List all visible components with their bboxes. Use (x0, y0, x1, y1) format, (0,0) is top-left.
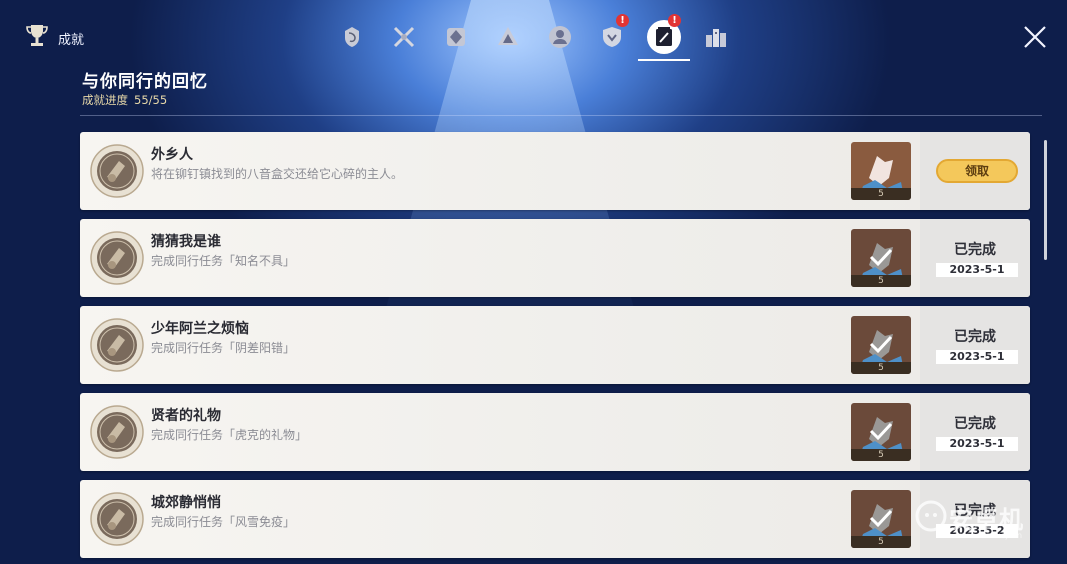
achievement-medal-icon (90, 231, 144, 285)
reward-count: 5 (851, 449, 911, 461)
crossed-swords-icon (393, 26, 415, 48)
primogem-reward: 5 (851, 142, 911, 200)
anemo-emblem-icon (345, 27, 359, 47)
primogem-reward: 5 (851, 316, 911, 374)
close-icon[interactable] (1022, 24, 1048, 50)
reward-count: 5 (851, 362, 911, 374)
achievement-title: 贤者的礼物 (151, 408, 221, 424)
mountain-triangle-icon (498, 27, 518, 45)
city-skyline-icon (706, 29, 726, 47)
diamond-sigil-icon (447, 28, 465, 46)
watermark: 安卓机 www.anzhuoji.cn (915, 498, 1045, 548)
completion-date: 2023-5-1 (936, 437, 1018, 451)
category-tabs: ! ! (326, 14, 742, 61)
achievement-description: 将在铆钉镇找到的八音盒交还给它心碎的主人。 (151, 167, 404, 181)
achievement-list: 外乡人 将在铆钉镇找到的八音盒交还给它心碎的主人。 5 领取 猜猜我是谁 完成同… (80, 132, 1030, 564)
achievement-description: 完成同行任务「虎克的礼物」 (151, 428, 308, 442)
page-title: 与你同行的回忆 (82, 72, 208, 92)
completed-label: 已完成 (954, 242, 996, 258)
achievement-medal-icon (90, 405, 144, 459)
achievements-label: 成就 (58, 33, 85, 48)
tab-anemo[interactable] (326, 14, 378, 60)
memory-book-icon (656, 27, 672, 46)
shield-crest-icon (603, 27, 621, 47)
achievement-card: 贤者的礼物 完成同行任务「虎克的礼物」 5 已完成 2023-5-1 (80, 393, 1030, 471)
watermark-logo-icon (915, 500, 947, 532)
tab-mountains[interactable] (482, 14, 534, 60)
primogem-reward: 5 (851, 403, 911, 461)
character-bust-icon (549, 26, 571, 48)
completion-date: 2023-5-1 (936, 263, 1018, 277)
achievement-card: 猜猜我是谁 完成同行任务「知名不具」 5 已完成 2023-5-1 (80, 219, 1030, 297)
achievement-title: 城郊静悄悄 (151, 495, 221, 511)
tab-characters[interactable] (534, 14, 586, 60)
primogem-reward: 5 (851, 490, 911, 548)
reward-count: 5 (851, 536, 911, 548)
trophy-icon (26, 25, 48, 46)
tab-memories[interactable]: ! (638, 14, 690, 61)
reward-count: 5 (851, 188, 911, 200)
scrollbar[interactable] (1044, 140, 1047, 260)
achievement-medal-icon (90, 318, 144, 372)
divider (80, 115, 1042, 116)
primogem-reward: 5 (851, 229, 911, 287)
alert-badge: ! (668, 14, 681, 27)
alert-badge: ! (616, 14, 629, 27)
tab-combat[interactable] (378, 14, 430, 60)
achievement-title: 外乡人 (151, 147, 193, 163)
top-bar: 成就 ! ! (0, 0, 1067, 70)
tab-city[interactable] (690, 14, 742, 60)
completed-label: 已完成 (954, 329, 996, 345)
completion-date: 2023-5-1 (936, 350, 1018, 364)
achievement-medal-icon (90, 492, 144, 546)
achievement-medal-icon (90, 144, 144, 198)
progress-value: 55/55 (134, 93, 168, 107)
watermark-text: 安卓机 (949, 506, 1024, 534)
reward-count: 5 (851, 275, 911, 287)
achievement-description: 完成同行任务「风雪免疫」 (151, 515, 296, 529)
achievement-card: 少年阿兰之烦恼 完成同行任务「阴差阳错」 5 已完成 2023-5-1 (80, 306, 1030, 384)
achievement-progress: 成就进度 55/55 (82, 92, 167, 108)
achievement-title: 猜猜我是谁 (151, 234, 221, 250)
achievement-description: 完成同行任务「知名不具」 (151, 254, 296, 268)
progress-label: 成就进度 (82, 93, 128, 107)
achievement-title: 少年阿兰之烦恼 (151, 321, 249, 337)
tab-exploration[interactable] (430, 14, 482, 60)
completed-label: 已完成 (954, 416, 996, 432)
achievement-card: 外乡人 将在铆钉镇找到的八音盒交还给它心碎的主人。 5 领取 (80, 132, 1030, 210)
achievement-card: 城郊静悄悄 完成同行任务「风雪免疫」 5 已完成 2023-5-2 (80, 480, 1030, 558)
claim-button[interactable]: 领取 (936, 159, 1018, 183)
tab-shield[interactable]: ! (586, 14, 638, 60)
achievement-description: 完成同行任务「阴差阳错」 (151, 341, 296, 355)
watermark-url: www.anzhuoji.cn (955, 531, 1023, 540)
